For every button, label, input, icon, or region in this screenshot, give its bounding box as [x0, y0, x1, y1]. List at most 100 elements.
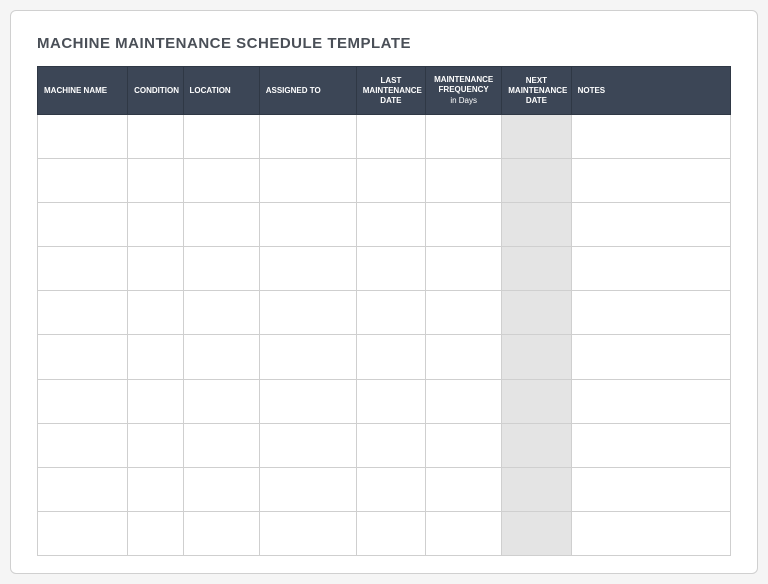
cell-location[interactable]	[183, 423, 259, 467]
document-page: MACHINE MAINTENANCE SCHEDULE TEMPLATE MA…	[10, 10, 758, 574]
schedule-table-wrap: MACHINE NAME CONDITION LOCATION ASSIGNED…	[37, 66, 731, 556]
cell-last-maintenance-date[interactable]	[356, 247, 425, 291]
cell-maintenance-frequency[interactable]	[426, 423, 502, 467]
cell-machine-name[interactable]	[38, 203, 128, 247]
cell-last-maintenance-date[interactable]	[356, 291, 425, 335]
cell-location[interactable]	[183, 511, 259, 555]
cell-assigned-to[interactable]	[259, 423, 356, 467]
cell-machine-name[interactable]	[38, 115, 128, 159]
cell-next-maintenance-date[interactable]	[502, 335, 571, 379]
cell-notes[interactable]	[571, 511, 730, 555]
cell-notes[interactable]	[571, 247, 730, 291]
cell-machine-name[interactable]	[38, 511, 128, 555]
cell-next-maintenance-date[interactable]	[502, 379, 571, 423]
cell-condition[interactable]	[128, 467, 183, 511]
cell-location[interactable]	[183, 467, 259, 511]
cell-next-maintenance-date[interactable]	[502, 159, 571, 203]
table-row	[38, 379, 731, 423]
header-row: MACHINE NAME CONDITION LOCATION ASSIGNED…	[38, 67, 731, 115]
cell-condition[interactable]	[128, 335, 183, 379]
cell-notes[interactable]	[571, 467, 730, 511]
cell-notes[interactable]	[571, 379, 730, 423]
cell-condition[interactable]	[128, 423, 183, 467]
cell-assigned-to[interactable]	[259, 203, 356, 247]
cell-machine-name[interactable]	[38, 291, 128, 335]
cell-maintenance-frequency[interactable]	[426, 291, 502, 335]
cell-machine-name[interactable]	[38, 467, 128, 511]
table-row	[38, 291, 731, 335]
cell-next-maintenance-date[interactable]	[502, 203, 571, 247]
cell-last-maintenance-date[interactable]	[356, 379, 425, 423]
cell-last-maintenance-date[interactable]	[356, 467, 425, 511]
cell-notes[interactable]	[571, 115, 730, 159]
cell-last-maintenance-date[interactable]	[356, 203, 425, 247]
cell-notes[interactable]	[571, 291, 730, 335]
cell-assigned-to[interactable]	[259, 335, 356, 379]
cell-condition[interactable]	[128, 203, 183, 247]
cell-location[interactable]	[183, 203, 259, 247]
cell-notes[interactable]	[571, 203, 730, 247]
cell-last-maintenance-date[interactable]	[356, 335, 425, 379]
cell-maintenance-frequency[interactable]	[426, 203, 502, 247]
cell-maintenance-frequency[interactable]	[426, 511, 502, 555]
cell-location[interactable]	[183, 115, 259, 159]
cell-assigned-to[interactable]	[259, 467, 356, 511]
cell-last-maintenance-date[interactable]	[356, 511, 425, 555]
cell-next-maintenance-date[interactable]	[502, 115, 571, 159]
schedule-table: MACHINE NAME CONDITION LOCATION ASSIGNED…	[37, 66, 731, 556]
cell-next-maintenance-date[interactable]	[502, 467, 571, 511]
cell-assigned-to[interactable]	[259, 159, 356, 203]
col-header-maintenance-frequency-sub: in Days	[432, 96, 495, 106]
cell-next-maintenance-date[interactable]	[502, 511, 571, 555]
col-header-machine-name: MACHINE NAME	[38, 67, 128, 115]
table-row	[38, 335, 731, 379]
cell-machine-name[interactable]	[38, 247, 128, 291]
cell-maintenance-frequency[interactable]	[426, 159, 502, 203]
cell-assigned-to[interactable]	[259, 291, 356, 335]
cell-last-maintenance-date[interactable]	[356, 115, 425, 159]
table-row	[38, 423, 731, 467]
cell-condition[interactable]	[128, 379, 183, 423]
cell-maintenance-frequency[interactable]	[426, 379, 502, 423]
cell-assigned-to[interactable]	[259, 379, 356, 423]
cell-maintenance-frequency[interactable]	[426, 115, 502, 159]
cell-machine-name[interactable]	[38, 379, 128, 423]
table-body	[38, 115, 731, 556]
cell-maintenance-frequency[interactable]	[426, 467, 502, 511]
cell-condition[interactable]	[128, 291, 183, 335]
cell-notes[interactable]	[571, 335, 730, 379]
col-header-next-maintenance: NEXT MAINTENANCE DATE	[502, 67, 571, 115]
cell-next-maintenance-date[interactable]	[502, 291, 571, 335]
table-row	[38, 467, 731, 511]
cell-condition[interactable]	[128, 247, 183, 291]
cell-notes[interactable]	[571, 423, 730, 467]
col-header-location: LOCATION	[183, 67, 259, 115]
cell-condition[interactable]	[128, 159, 183, 203]
cell-last-maintenance-date[interactable]	[356, 159, 425, 203]
col-header-maintenance-frequency: MAINTENANCE FREQUENCY in Days	[426, 67, 502, 115]
cell-last-maintenance-date[interactable]	[356, 423, 425, 467]
cell-condition[interactable]	[128, 115, 183, 159]
cell-next-maintenance-date[interactable]	[502, 247, 571, 291]
col-header-condition: CONDITION	[128, 67, 183, 115]
cell-notes[interactable]	[571, 159, 730, 203]
cell-assigned-to[interactable]	[259, 511, 356, 555]
col-header-last-maintenance: LAST MAINTENANCE DATE	[356, 67, 425, 115]
cell-location[interactable]	[183, 335, 259, 379]
cell-next-maintenance-date[interactable]	[502, 423, 571, 467]
page-title: MACHINE MAINTENANCE SCHEDULE TEMPLATE	[37, 35, 731, 52]
cell-machine-name[interactable]	[38, 159, 128, 203]
cell-location[interactable]	[183, 159, 259, 203]
table-row	[38, 203, 731, 247]
cell-assigned-to[interactable]	[259, 115, 356, 159]
cell-location[interactable]	[183, 379, 259, 423]
cell-assigned-to[interactable]	[259, 247, 356, 291]
table-row	[38, 511, 731, 555]
cell-machine-name[interactable]	[38, 335, 128, 379]
cell-location[interactable]	[183, 247, 259, 291]
cell-machine-name[interactable]	[38, 423, 128, 467]
cell-location[interactable]	[183, 291, 259, 335]
cell-maintenance-frequency[interactable]	[426, 335, 502, 379]
cell-maintenance-frequency[interactable]	[426, 247, 502, 291]
cell-condition[interactable]	[128, 511, 183, 555]
